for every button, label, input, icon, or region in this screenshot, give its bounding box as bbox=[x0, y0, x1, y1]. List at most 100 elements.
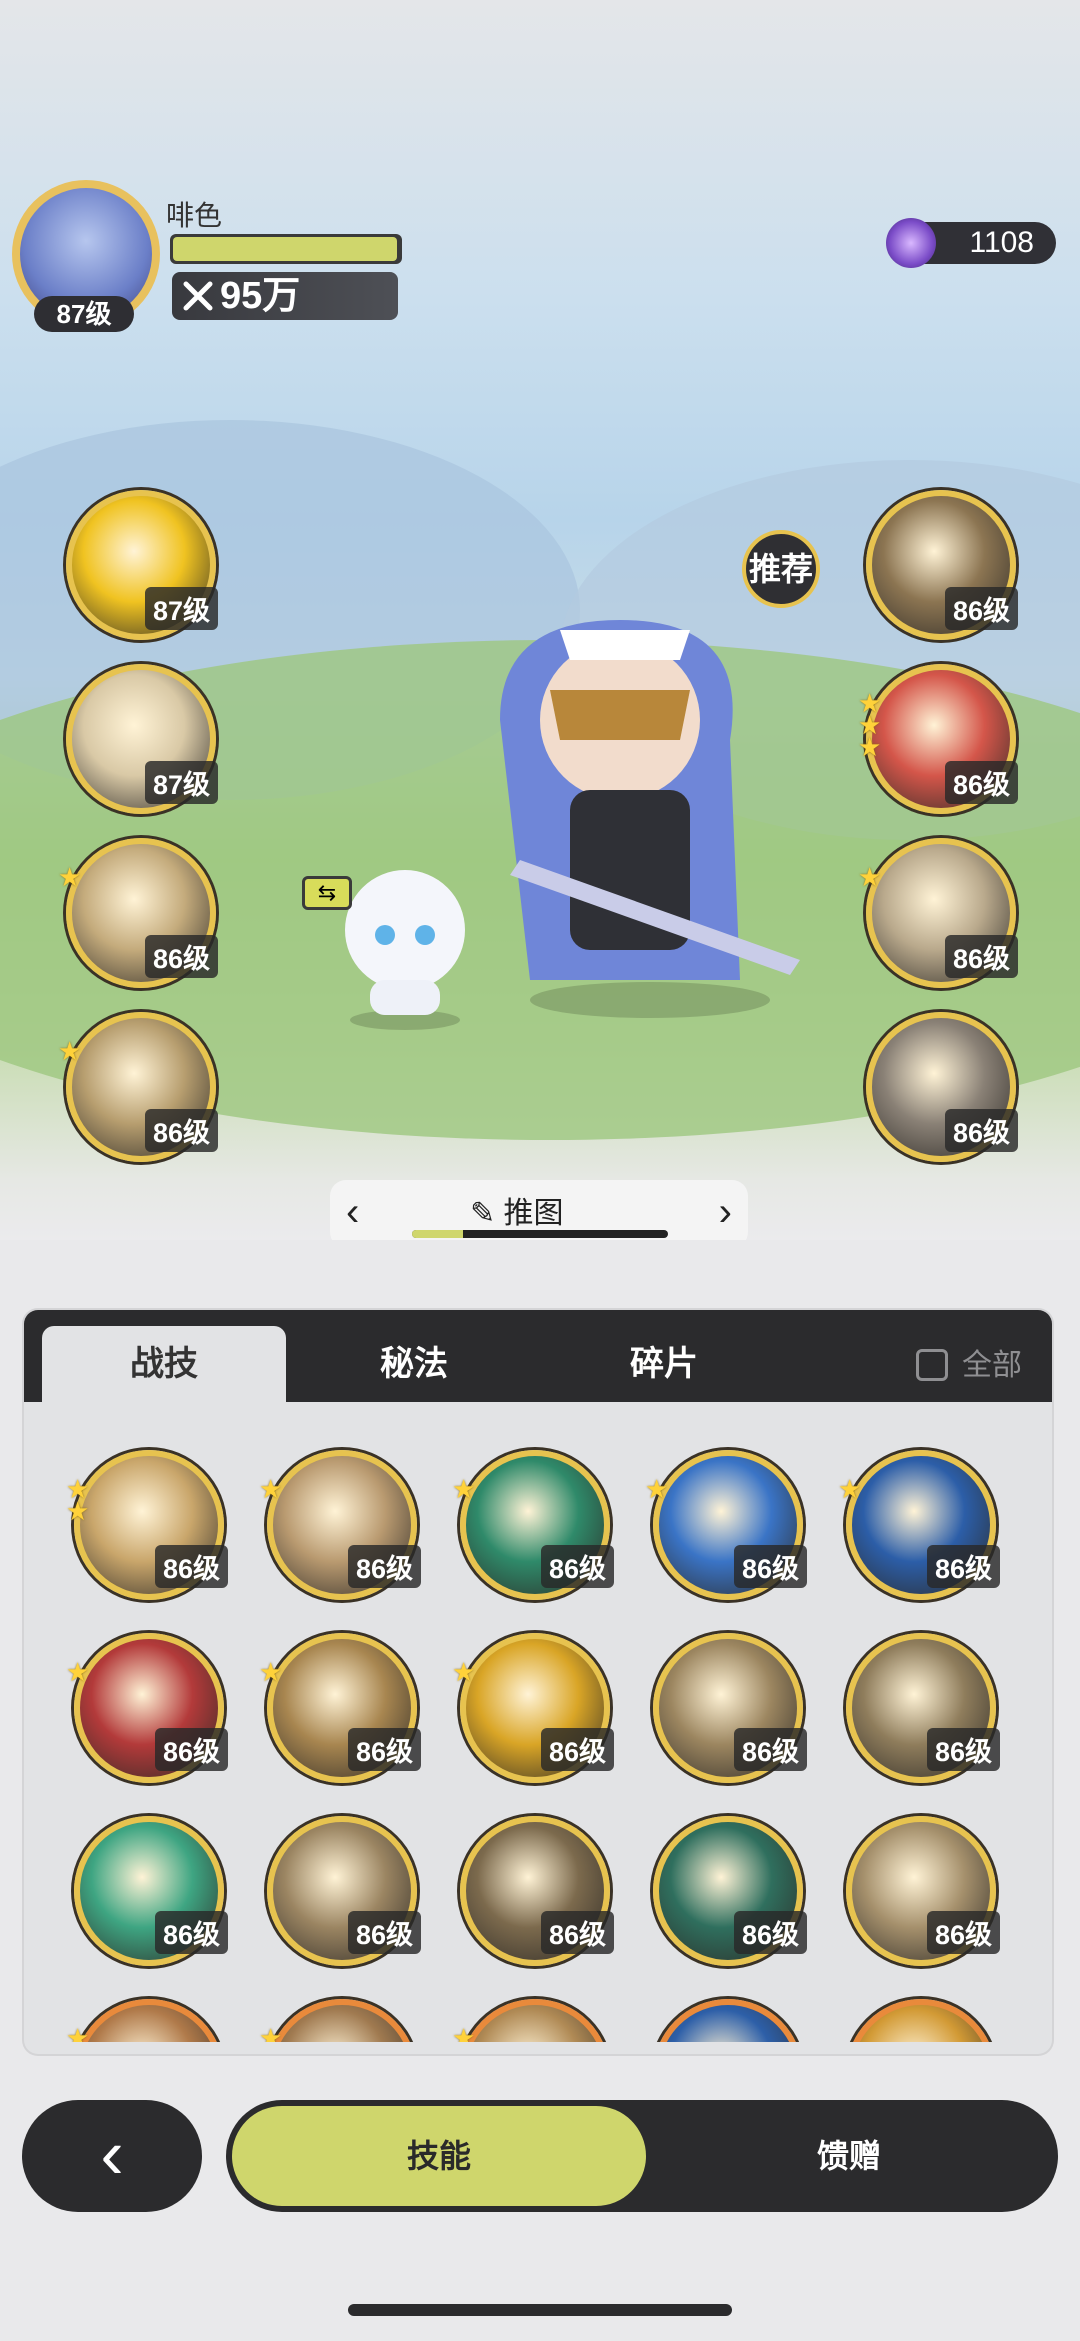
combat-power: 95万 bbox=[172, 272, 398, 320]
skill-icon[interactable] bbox=[653, 1999, 803, 2042]
skill-icon[interactable]: 86级 bbox=[653, 1633, 807, 1783]
skill-icon[interactable]: 86级 ★ bbox=[259, 1450, 421, 1600]
back-button[interactable]: ‹ bbox=[22, 2100, 202, 2212]
skill-level-label: 86级 bbox=[154, 1728, 228, 1771]
star-icon: ★ bbox=[259, 1474, 283, 1504]
star-icon: ★ bbox=[66, 2023, 90, 2042]
skill-icon[interactable]: 87级 bbox=[66, 490, 218, 640]
skill-level-label: 86级 bbox=[926, 1911, 1000, 1954]
skill-icon[interactable]: ★ bbox=[259, 1999, 417, 2042]
skill-level-label: 86级 bbox=[540, 1545, 614, 1588]
skill-level-label: 86级 bbox=[144, 935, 218, 978]
hero-character[interactable] bbox=[460, 600, 830, 1020]
skill-level-label: 86级 bbox=[944, 1109, 1018, 1152]
star-icon: ★ bbox=[259, 1657, 283, 1687]
skill-icon[interactable]: 86级 ★ bbox=[452, 1450, 614, 1600]
player-level-badge: 87级 bbox=[34, 296, 134, 332]
skill-level-label: 86级 bbox=[347, 1545, 421, 1588]
skill-level-label: 86级 bbox=[733, 1911, 807, 1954]
show-all-label: 全部 bbox=[962, 1349, 1022, 1382]
star-icon: ★ bbox=[58, 1036, 82, 1066]
skill-level-label: 86级 bbox=[540, 1911, 614, 1954]
skill-level-label: 86级 bbox=[944, 587, 1018, 630]
stage-label: ✎ 推图 bbox=[470, 1197, 564, 1230]
next-arrow-icon[interactable]: › bbox=[719, 1190, 732, 1235]
tab-combat-skills[interactable]: 战技 bbox=[42, 1326, 286, 1402]
skill-level-label: 86级 bbox=[347, 1911, 421, 1954]
skill-icon[interactable]: 86级 bbox=[846, 1816, 1000, 1966]
hp-bar-fill bbox=[173, 237, 397, 261]
stage-progress-fill bbox=[412, 1230, 464, 1238]
skill-icon[interactable]: 86级 ★ ★ bbox=[66, 1450, 228, 1600]
gifts-segment[interactable]: 馈赠 bbox=[646, 2106, 1052, 2206]
skill-icon[interactable]: 86级 ★ bbox=[259, 1633, 421, 1783]
pet-character[interactable] bbox=[330, 850, 480, 1030]
crossed-swords-icon bbox=[183, 281, 213, 311]
swap-pet-icon[interactable]: ⇆ bbox=[302, 876, 352, 910]
skills-segment[interactable]: 技能 bbox=[232, 2106, 646, 2206]
skill-icon[interactable]: 86级 bbox=[866, 490, 1018, 640]
show-all-toggle[interactable]: 全部 bbox=[916, 1340, 1022, 1384]
star-icon: ★ bbox=[58, 862, 82, 892]
purple-gem-icon bbox=[886, 218, 936, 268]
skill-icon[interactable]: ★ bbox=[452, 1999, 610, 2042]
tab-bar: 战技 秘法 碎片 全部 bbox=[24, 1310, 1052, 1402]
prev-arrow-icon[interactable]: ‹ bbox=[346, 1190, 359, 1235]
skill-icon[interactable]: 86级 ★ ★ ★ bbox=[858, 664, 1018, 814]
skill-panel: 战技 秘法 碎片 全部 86级 ★ ★ 86级 ★ 86级 ★ 86级 ★ 86级 ★ 86级 ★ 86级… bbox=[24, 1310, 1052, 2054]
skill-icon[interactable]: 86级 ★ bbox=[66, 1633, 228, 1783]
star-icon: ★ bbox=[66, 1657, 90, 1687]
battle-scene: 87级 啡色 95万 1108 推荐 ⇆ ‹ ✎ 推图 › 87级 87级 86级 ★… bbox=[0, 0, 1080, 1240]
stage-selector: ‹ ✎ 推图 › bbox=[330, 1180, 748, 1240]
skill-level-label: 87级 bbox=[144, 761, 218, 804]
skill-icon[interactable]: 87级 bbox=[66, 664, 218, 814]
segment-control: 技能 馈赠 bbox=[226, 2100, 1058, 2212]
skill-icon[interactable]: 86级 ★ bbox=[58, 838, 218, 988]
skill-grid: 86级 ★ ★ 86级 ★ 86级 ★ 86级 ★ 86级 ★ 86级 ★ 86级 ★ 86级 ★ 86级 86级 8… bbox=[54, 1442, 1044, 2042]
skill-icon[interactable]: 86级 ★ bbox=[58, 1012, 218, 1162]
checkbox-icon[interactable] bbox=[916, 1349, 948, 1381]
tab-fragments[interactable]: 碎片 bbox=[542, 1326, 786, 1402]
combat-power-value: 95万 bbox=[220, 275, 301, 317]
player-name: 啡色 bbox=[166, 200, 223, 231]
skill-level-label: 86级 bbox=[944, 935, 1018, 978]
skill-icon[interactable]: 86级 ★ bbox=[645, 1450, 807, 1600]
skill-level-label: 86级 bbox=[733, 1545, 807, 1588]
star-icon: ★ bbox=[452, 2023, 476, 2042]
currency-display[interactable]: 1108 bbox=[886, 218, 1056, 268]
skill-level-label: 86级 bbox=[540, 1728, 614, 1771]
skill-icon[interactable]: 86级 bbox=[267, 1816, 421, 1966]
star-icon: ★ bbox=[858, 732, 882, 762]
stage-progress-bar bbox=[412, 1230, 668, 1238]
stage-label-text: 推图 bbox=[503, 1197, 564, 1230]
star-icon: ★ bbox=[259, 2023, 283, 2042]
skill-icon[interactable]: ★ bbox=[66, 1999, 224, 2042]
star-icon: ★ bbox=[452, 1474, 476, 1504]
skill-level-label: 86级 bbox=[926, 1545, 1000, 1588]
skill-icon[interactable]: 86级 bbox=[460, 1816, 614, 1966]
skill-icon[interactable]: 86级 bbox=[846, 1633, 1000, 1783]
skill-icon[interactable]: 86级 bbox=[866, 1012, 1018, 1162]
skill-icon[interactable]: 86级 ★ bbox=[838, 1450, 1000, 1600]
recommend-button[interactable]: 推荐 bbox=[742, 530, 820, 608]
skill-level-label: 86级 bbox=[154, 1911, 228, 1954]
skill-icon[interactable]: 86级 ★ bbox=[452, 1633, 614, 1783]
skill-icon[interactable]: 86级 bbox=[653, 1816, 807, 1966]
star-icon: ★ bbox=[452, 1657, 476, 1687]
tab-secret-arts[interactable]: 秘法 bbox=[292, 1326, 536, 1402]
skill-level-label: 86级 bbox=[144, 1109, 218, 1152]
skill-icon[interactable] bbox=[846, 1999, 996, 2042]
skill-level-label: 86级 bbox=[944, 761, 1018, 804]
hp-bar bbox=[170, 234, 402, 264]
skill-level-label: 86级 bbox=[926, 1728, 1000, 1771]
skill-level-label: 86级 bbox=[347, 1728, 421, 1771]
star-icon: ★ bbox=[858, 862, 882, 892]
skill-icon[interactable]: 86级 bbox=[74, 1816, 228, 1966]
skill-icon[interactable]: 86级 ★ bbox=[858, 838, 1018, 988]
skill-level-label: 87级 bbox=[144, 587, 218, 630]
skill-level-label: 86级 bbox=[154, 1545, 228, 1588]
skill-level-label: 86级 bbox=[733, 1728, 807, 1771]
star-icon: ★ bbox=[838, 1474, 862, 1504]
star-icon: ★ bbox=[645, 1474, 669, 1504]
home-indicator[interactable] bbox=[348, 2304, 732, 2316]
